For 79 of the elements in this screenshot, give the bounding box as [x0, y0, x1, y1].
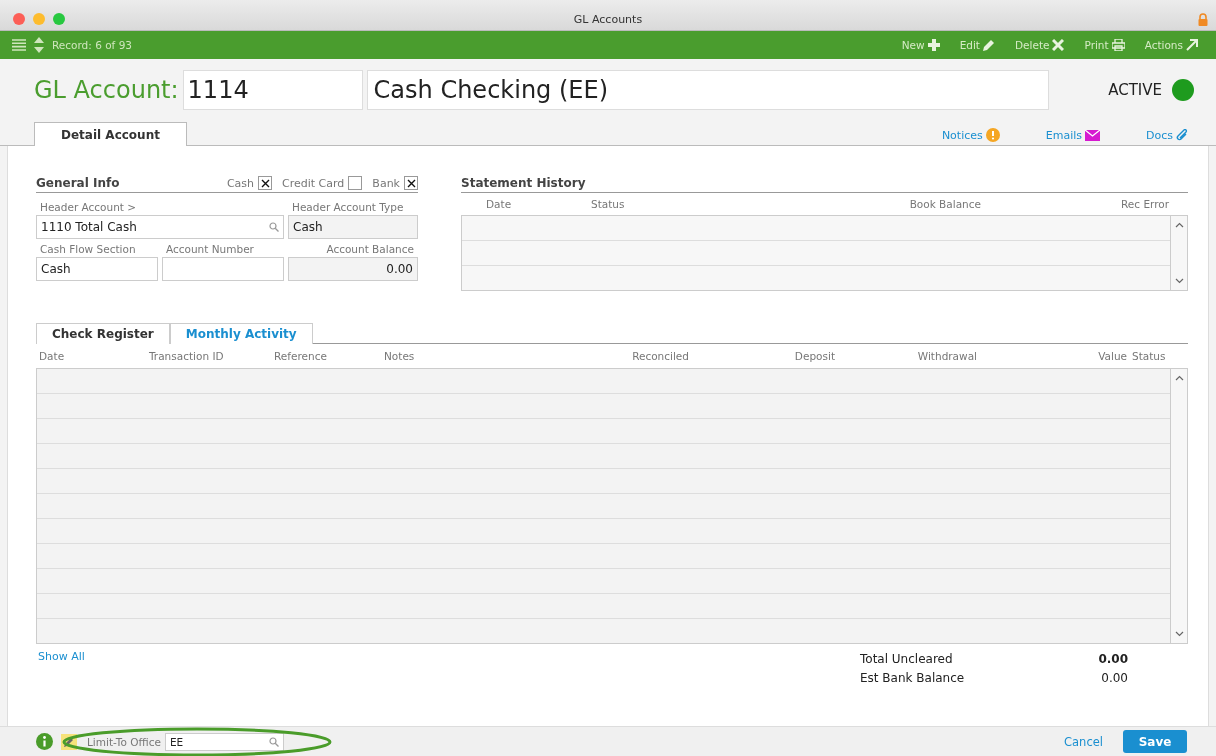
menu-icon[interactable] — [12, 39, 26, 51]
cross-icon — [1052, 39, 1065, 51]
column-header: Transaction ID — [148, 350, 225, 362]
scrollbar[interactable] — [1170, 216, 1187, 290]
total-value: 0.00 — [1098, 652, 1128, 668]
column-header: Reconciled — [631, 350, 690, 362]
search-icon[interactable] — [268, 736, 279, 747]
info-icon[interactable] — [36, 733, 53, 750]
header-account-type-field: Cash — [288, 215, 418, 239]
zoom-button[interactable] — [53, 13, 65, 25]
pencil-icon — [983, 39, 995, 51]
account-balance-field: 0.00 — [288, 257, 418, 281]
toolbar-button[interactable]: Print — [1078, 39, 1131, 51]
close-button[interactable] — [13, 13, 25, 25]
section-title: General Info — [36, 176, 120, 190]
up-down-arrows-icon[interactable] — [34, 37, 44, 53]
plus-icon — [927, 39, 940, 51]
header-link[interactable]: Notices — [941, 128, 1000, 145]
tab[interactable]: Detail Account — [34, 122, 187, 146]
checkbox-label: Cash — [226, 176, 255, 190]
toolbar-button[interactable]: Actions — [1138, 39, 1204, 51]
record-label: GL Account: — [34, 76, 179, 104]
save-button[interactable]: Save — [1123, 730, 1187, 753]
toolbar-button[interactable]: Edit — [953, 39, 1001, 51]
show-all-link[interactable]: Show All — [36, 650, 85, 690]
chevron-up-icon[interactable] — [1174, 375, 1184, 381]
arrow-icon — [1186, 39, 1198, 51]
checkbox-label: Credit Card — [282, 176, 345, 190]
record-counter: Record: 6 of 93 — [52, 39, 132, 51]
window-title: GL Accounts — [572, 13, 644, 26]
header-account-field[interactable]: 1110 Total Cash — [36, 215, 284, 239]
column-header: Deposit — [793, 350, 836, 362]
field-label: Account Balance — [325, 242, 415, 257]
column-header: Withdrawal — [916, 350, 978, 362]
column-header: Notes — [383, 350, 416, 362]
section-title: Statement History — [461, 176, 586, 190]
chevron-up-icon[interactable] — [1174, 222, 1184, 228]
column-header: Rec Error — [1120, 198, 1169, 210]
total-label: Total Uncleared — [860, 652, 953, 668]
cash-flow-section-field[interactable]: Cash — [36, 257, 158, 281]
account-number-field[interactable] — [162, 257, 284, 281]
chevron-down-icon[interactable] — [1174, 278, 1184, 284]
column-header: Date — [38, 350, 66, 362]
column-header: Book Balance — [908, 198, 981, 210]
limit-to-office-field[interactable]: EE — [164, 732, 284, 751]
limit-to-office-label: Limit-To Office — [87, 735, 161, 748]
account-number-field[interactable]: 1114 — [182, 70, 363, 110]
tab[interactable]: Monthly Activity — [169, 323, 313, 344]
header-link[interactable]: Docs — [1146, 129, 1188, 145]
header-link[interactable]: Emails — [1045, 129, 1100, 145]
field-label: Account Number — [165, 242, 255, 257]
toolbar-button[interactable]: New — [895, 39, 946, 51]
toolbar-button[interactable]: Delete — [1009, 39, 1071, 51]
checkbox[interactable] — [404, 176, 418, 190]
scrollbar[interactable] — [1170, 369, 1187, 643]
field-label: Header Account Type — [291, 200, 405, 215]
column-header: Status — [1131, 350, 1167, 362]
field-label: Header Account > — [39, 200, 138, 215]
exclamation-icon — [985, 128, 1000, 142]
total-value: 0.00 — [1101, 671, 1128, 687]
status-label: ACTIVE — [1108, 81, 1162, 99]
chevron-down-icon[interactable] — [1174, 631, 1184, 637]
field-label: Cash Flow Section — [39, 242, 137, 257]
total-label: Est Bank Balance — [860, 671, 965, 687]
lock-icon — [1198, 12, 1208, 26]
checkbox[interactable] — [348, 176, 363, 190]
checkbox-label: Bank — [372, 176, 400, 190]
cancel-link[interactable]: Cancel — [1064, 734, 1103, 749]
paperclip-icon — [1176, 129, 1188, 142]
column-header: Reference — [273, 350, 328, 362]
tab[interactable]: Check Register — [36, 323, 170, 344]
account-name-field[interactable]: Cash Checking (EE) — [366, 70, 1049, 110]
mail-icon — [1085, 130, 1100, 141]
checkbox[interactable] — [258, 176, 273, 190]
column-header: Date — [485, 198, 513, 210]
printer-icon — [1111, 39, 1125, 51]
column-header: Value — [1097, 350, 1128, 362]
search-icon[interactable] — [269, 222, 279, 232]
column-header: Status — [591, 198, 626, 210]
